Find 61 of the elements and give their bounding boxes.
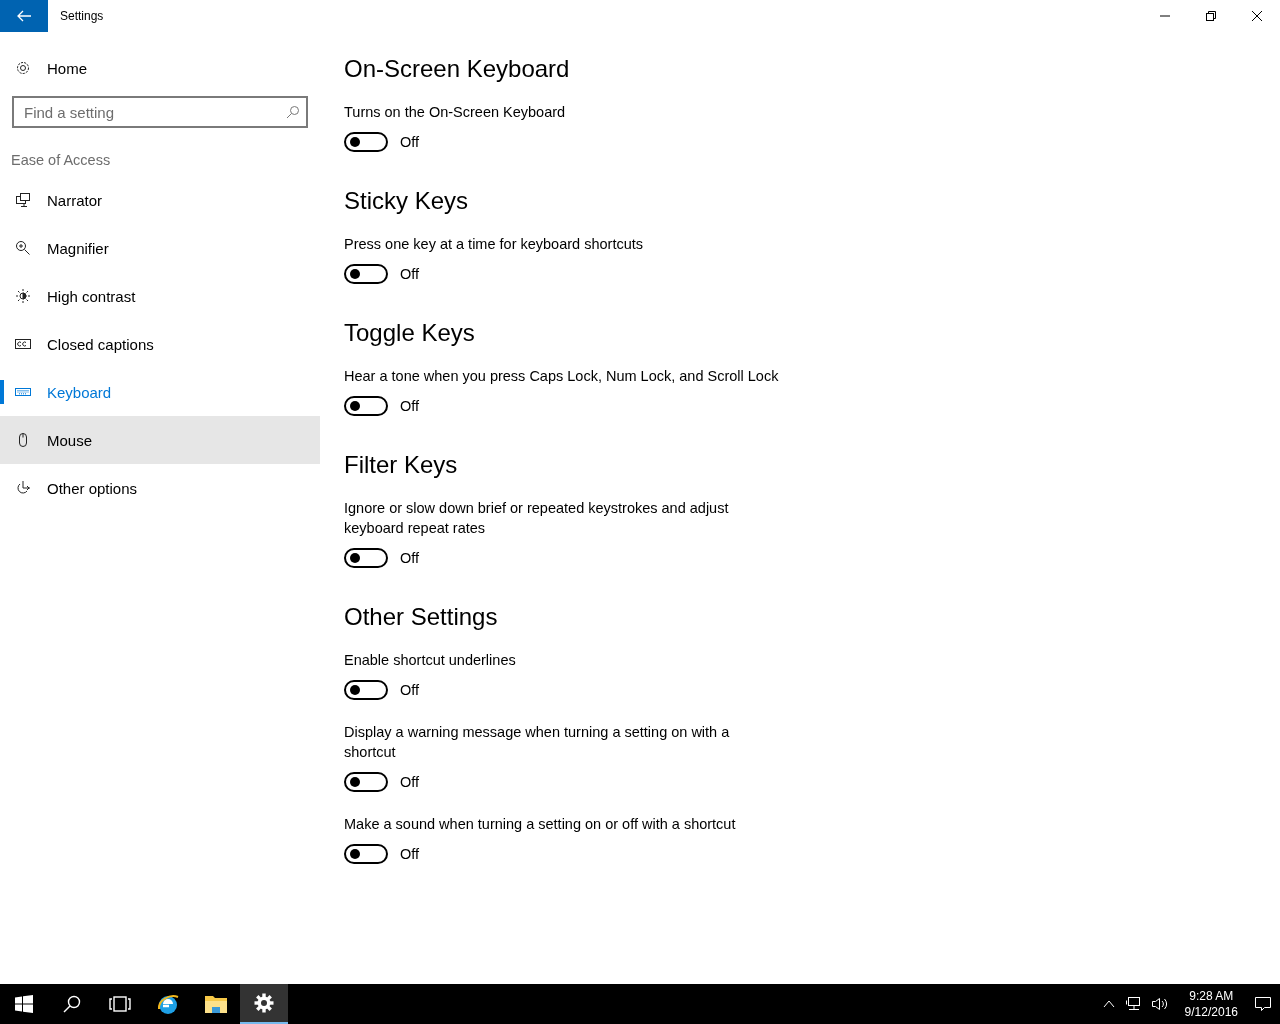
search-icon [63, 995, 81, 1013]
toggle-state-label: Off [400, 846, 420, 862]
setting-description: Ignore or slow down brief or repeated keystrokes and adjust keyboard repeat rates [344, 499, 730, 538]
chevron-up-icon[interactable] [1102, 1000, 1115, 1008]
windows-logo-icon [15, 995, 33, 1013]
home-nav-item[interactable]: Home [0, 44, 320, 92]
clock-time: 9:28 AM [1189, 988, 1234, 1004]
clock-date: 9/12/2016 [1184, 1004, 1238, 1020]
section-title: On-Screen Keyboard [344, 54, 571, 84]
network-icon[interactable] [1124, 996, 1141, 1012]
setting-description: Turns on the On-Screen Keyboard [344, 103, 567, 122]
search-icon [286, 105, 300, 119]
sidebar-item[interactable]: Mouse [0, 416, 320, 464]
close-icon [1251, 10, 1263, 22]
section-heading: Ease of Access [10, 151, 112, 168]
notification-icon[interactable] [1254, 996, 1272, 1012]
toggle-state-label: Off [400, 682, 420, 698]
magnifier-icon [15, 240, 31, 256]
sidebar-item[interactable]: Magnifier [0, 224, 320, 272]
browser-icon [156, 992, 180, 1016]
toggle-state-label: Off [400, 266, 420, 282]
sidebar-item[interactable]: Keyboard [0, 368, 320, 416]
sidebar-item[interactable]: Narrator [0, 176, 320, 224]
folder-icon [204, 993, 228, 1015]
taskbar-button[interactable] [240, 984, 288, 1024]
sidebar-item[interactable]: Other options [0, 464, 320, 512]
sidebar-item[interactable]: High contrast [0, 272, 320, 320]
setting-description: Enable shortcut underlines [344, 651, 517, 670]
narrator-icon [15, 192, 31, 208]
setting-description: Make a sound when turning a setting on or off with a shortcut [344, 815, 737, 834]
section-title: Filter Keys [344, 450, 459, 480]
toggle-state-label: Off [400, 134, 420, 150]
gear-icon [254, 993, 274, 1013]
contrast-icon [15, 288, 31, 304]
setting-description: Hear a tone when you press Caps Lock, Num Lock, and Scroll Lock [344, 367, 780, 386]
setting-description: Display a warning message when turning a setting on with a shortcut [344, 723, 731, 762]
section-title: Toggle Keys [344, 318, 476, 348]
toggle-state-label: Off [400, 398, 420, 414]
search-field[interactable]: Find a setting [12, 96, 308, 128]
setting-description: Press one key at a time for keyboard shortcuts [344, 235, 644, 254]
toggle-switch[interactable] [344, 844, 388, 864]
captions-icon [15, 336, 31, 352]
toggle-switch[interactable] [344, 548, 388, 568]
toggle-switch[interactable] [344, 680, 388, 700]
toggle-switch[interactable] [344, 396, 388, 416]
back-button[interactable] [0, 0, 48, 32]
toggle-state-label: Off [400, 774, 420, 790]
toggle-switch[interactable] [344, 772, 388, 792]
window-title: Settings [60, 9, 105, 23]
sidebar-item[interactable]: Closed captions [0, 320, 320, 368]
section-title: Sticky Keys [344, 186, 470, 216]
gear-icon [15, 60, 31, 76]
clock[interactable]: 9:28 AM 9/12/2016 [1178, 988, 1244, 1020]
toggle-switch[interactable] [344, 132, 388, 152]
section-title: Other Settings [344, 602, 499, 632]
back-arrow-icon [16, 8, 32, 24]
speaker-icon[interactable] [1150, 996, 1169, 1012]
toggle-state-label: Off [400, 550, 420, 566]
restore-icon [1205, 10, 1217, 22]
toggle-switch[interactable] [344, 264, 388, 284]
task-view-icon [109, 995, 131, 1013]
